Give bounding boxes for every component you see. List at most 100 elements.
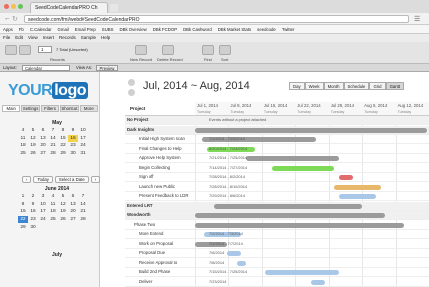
url-input[interactable]: seedcode.com/fmi/webd#SeedCodeCalendarPR… [24,15,409,23]
calendar-day[interactable] [78,223,88,231]
gantt-row[interactable]: Approve Help System 7/21/2014 - 7/25/2014 [125,154,429,163]
view-tab-day[interactable]: Day [289,82,305,90]
bookmark-item[interactable]: DBk Cashword [183,27,212,32]
calendar-day[interactable]: 16 [28,208,38,216]
bookmark-item[interactable]: C.Calendar [30,27,52,32]
fm-record-number[interactable]: 1 [38,46,52,53]
gantt-row[interactable]: Work on Proposal 7/1/2014 - 7/7/2014 [125,240,429,249]
bookmark-item[interactable]: Twitter [282,27,295,32]
sidebar-tab[interactable]: More [79,105,99,112]
calendar-day[interactable]: 17 [78,135,88,143]
view-tab-month[interactable]: Month [323,82,344,90]
calendar-day[interactable]: 23 [28,216,38,224]
sidebar-tab[interactable]: Filters [40,105,60,112]
calendar-day[interactable]: 13 [38,135,48,143]
fm-new-record-icon[interactable] [135,45,147,55]
gantt-row[interactable]: Receive Approval to 7/8/2014 [125,259,429,268]
gantt-row[interactable]: Woodworth [125,211,429,220]
fm-delete-record-icon[interactable] [162,45,174,55]
gantt-bar[interactable] [311,279,325,285]
gantt-row[interactable]: Deliver 7/23/2014 [125,278,429,287]
calendar-day[interactable]: 18 [18,142,28,150]
calendar-day[interactable]: 28 [78,216,88,224]
calendar-day[interactable]: 4 [18,127,28,135]
calendar-day[interactable]: 30 [68,150,78,158]
calendar-day[interactable]: 16 [68,134,78,143]
view-tab-gantt[interactable]: Gantt [385,82,405,90]
gantt-bar[interactable] [227,251,242,256]
gantt-bar[interactable] [271,165,335,171]
fm-preview-button[interactable]: Preview [96,65,118,71]
bookmark-item[interactable]: DBk FCDOP [153,27,177,32]
fm-menu-item[interactable]: Insert [43,35,54,41]
calendar-day[interactable]: 19 [58,208,68,216]
bookmark-item[interactable]: Email Prep [75,27,96,32]
sidebar-tab[interactable]: Shortcut [60,105,79,112]
calendar-day[interactable]: 11 [18,135,28,143]
fm-next-record-icon[interactable] [19,45,31,55]
calendar-day[interactable]: 21 [48,142,58,150]
fm-sort-icon[interactable] [219,45,231,55]
calendar-day[interactable]: 15 [58,135,68,143]
gantt-row[interactable]: Entered LRT [125,201,429,211]
calendar-day[interactable]: 30 [28,223,38,231]
back-icon[interactable]: ← [4,15,11,22]
calendar-day[interactable]: 29 [58,150,68,158]
view-tab-schedule[interactable]: Schedule [343,82,370,90]
fm-layout-select[interactable]: Calendar [22,65,70,71]
calendar-day[interactable]: 3 [38,193,48,201]
calendar-day[interactable]: 22 [58,142,68,150]
gantt-row[interactable]: Phase Two [125,221,429,230]
gantt-bar[interactable] [195,127,427,133]
gantt-row[interactable]: Initial High System scan 7/1/2014 - 7/23/… [125,135,429,144]
calendar-nav-button[interactable]: Today [33,176,53,183]
calendar-nav-button[interactable]: ‹ [22,176,32,183]
calendar-day[interactable]: 29 [18,223,28,231]
calendar-day[interactable]: 26 [28,150,38,158]
calendar-day[interactable]: 25 [18,150,28,158]
calendar-day[interactable]: 4 [48,193,58,201]
fm-prev-record-icon[interactable] [5,45,17,55]
calendar-day[interactable]: 9 [68,127,78,135]
calendar-day[interactable]: 20 [38,142,48,150]
bookmark-item[interactable]: DBk Market Stats [218,27,251,32]
gantt-bar[interactable] [264,270,339,275]
calendar-day[interactable]: 23 [68,142,78,150]
add-event-icon[interactable] [128,79,135,86]
calendar-day[interactable]: 24 [38,216,48,224]
calendar-day[interactable] [58,223,68,231]
calendar-nav-button[interactable]: › [90,176,101,183]
gantt-bar[interactable] [338,175,353,180]
calendar-day[interactable]: 2 [28,193,38,201]
bookmark-item[interactable]: SUBS [102,27,114,32]
gantt-bar[interactable] [246,156,339,161]
gantt-bar[interactable] [195,213,386,218]
gantt-bar[interactable] [213,203,363,209]
view-tab-grid[interactable]: Grid [369,82,386,90]
gantt-row[interactable]: More Extend 7/2/2014 - 7/3/2014 [125,230,429,239]
calendar-day[interactable]: 21 [78,208,88,216]
reload-icon[interactable]: ↻ [12,15,18,23]
fm-menu-item[interactable]: File [3,35,10,41]
calendar-day[interactable] [38,223,48,231]
calendar-day[interactable]: 10 [38,201,48,209]
gantt-row[interactable]: Final Changes to Help 8/20/2014 - 7/24/20… [125,145,429,154]
fm-menu-item[interactable]: Sample [81,35,96,41]
calendar-day[interactable]: 7 [48,127,58,135]
calendar-day[interactable]: 12 [28,135,38,143]
bookmark-item[interactable]: Apps [3,27,13,32]
bookmark-item[interactable]: Fb [19,27,24,32]
gantt-row[interactable]: Present Feedback to LDR 7/29/2014 - 8/6/2… [125,192,429,201]
calendar-day[interactable]: 6 [38,127,48,135]
refresh-icon[interactable] [128,89,135,96]
gantt-row[interactable]: Launch new Public 7/28/2014 - 8/10/2014 [125,183,429,192]
calendar-day[interactable]: 5 [28,127,38,135]
gantt-row[interactable]: Begin Collecting 7/14/2014 - 7/27/2014 [125,164,429,173]
sidebar-tab[interactable]: Main [2,105,21,112]
calendar-day[interactable]: 14 [48,135,58,143]
calendar-day[interactable]: 15 [18,208,28,216]
gantt-bar[interactable] [236,260,247,266]
fm-menu-item[interactable]: View [28,35,38,41]
calendar-day[interactable]: 22 [18,215,28,224]
gantt-bar[interactable] [338,194,376,199]
